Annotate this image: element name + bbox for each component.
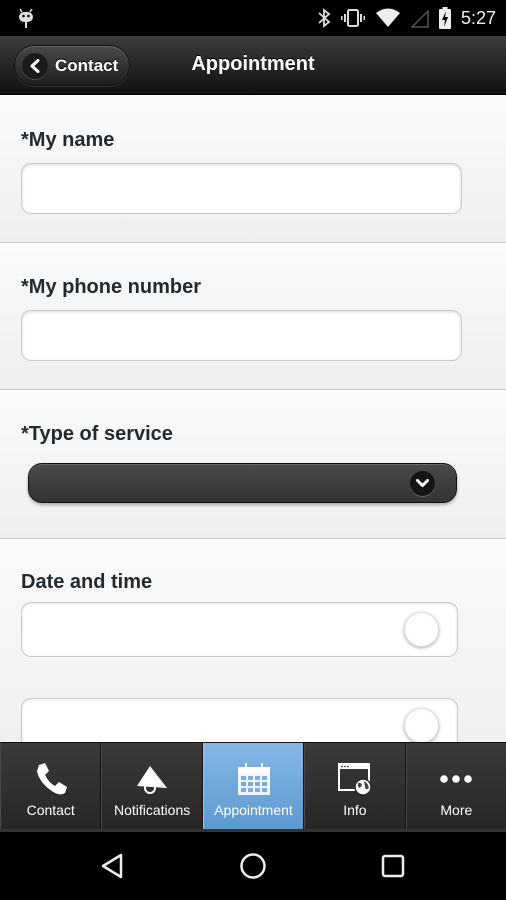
tab-label: Info <box>343 802 367 818</box>
appointment-form: *My name *My phone number *Type of servi… <box>0 95 506 742</box>
megaphone-icon <box>102 759 201 799</box>
phone-icon <box>1 759 100 799</box>
datetime-label: Date and time <box>21 571 153 593</box>
time-picker-toggle[interactable] <box>404 708 439 742</box>
back-icon[interactable] <box>92 846 132 886</box>
service-section: *Type of service <box>0 390 506 539</box>
back-contact-button[interactable]: Contact <box>14 45 130 86</box>
bluetooth-icon <box>318 8 331 28</box>
chevron-left-icon <box>22 52 48 79</box>
tab-label: More <box>440 802 473 818</box>
wifi-icon <box>375 8 400 27</box>
android-debug-icon <box>19 8 33 28</box>
tab-notifications[interactable]: Notifications <box>101 743 203 831</box>
vibrate-icon <box>340 9 365 27</box>
calendar-icon <box>204 759 303 799</box>
time-input[interactable] <box>21 698 458 742</box>
battery-charging-icon <box>438 7 451 29</box>
tab-more[interactable]: More <box>405 743 506 831</box>
service-label: *Type of service <box>21 423 173 445</box>
home-icon[interactable] <box>233 846 273 886</box>
phone-section: *My phone number <box>0 243 506 390</box>
phone-label: *My phone number <box>21 276 202 298</box>
date-picker-toggle[interactable] <box>404 612 439 647</box>
date-input[interactable] <box>21 602 458 657</box>
name-section: *My name <box>0 95 506 243</box>
tab-appointment[interactable]: Appointment <box>202 743 305 831</box>
tab-label: Notifications <box>113 802 191 818</box>
back-button-label: Contact <box>55 55 119 75</box>
name-input[interactable] <box>21 163 462 214</box>
web-globe-icon <box>305 759 404 799</box>
more-dots-icon <box>407 759 506 799</box>
system-nav-bar <box>0 832 506 900</box>
tab-label: Contact <box>26 802 75 818</box>
tab-contact[interactable]: Contact <box>0 743 102 831</box>
recents-icon[interactable] <box>373 846 413 886</box>
status-bar: 5:27 <box>0 0 506 36</box>
tab-info[interactable]: Info <box>304 743 406 831</box>
phone-input[interactable] <box>21 310 462 361</box>
bottom-tab-bar: Contact Notifications Appointment Info M… <box>0 742 506 831</box>
chevron-down-icon <box>410 471 435 496</box>
app-header: Appointment Contact <box>0 36 506 95</box>
tab-label: Appointment <box>214 802 293 818</box>
cell-signal-icon <box>410 9 429 28</box>
status-time: 5:27 <box>460 7 496 28</box>
service-select[interactable] <box>28 463 457 503</box>
name-label: *My name <box>21 129 115 151</box>
datetime-section: Date and time <box>0 539 506 742</box>
